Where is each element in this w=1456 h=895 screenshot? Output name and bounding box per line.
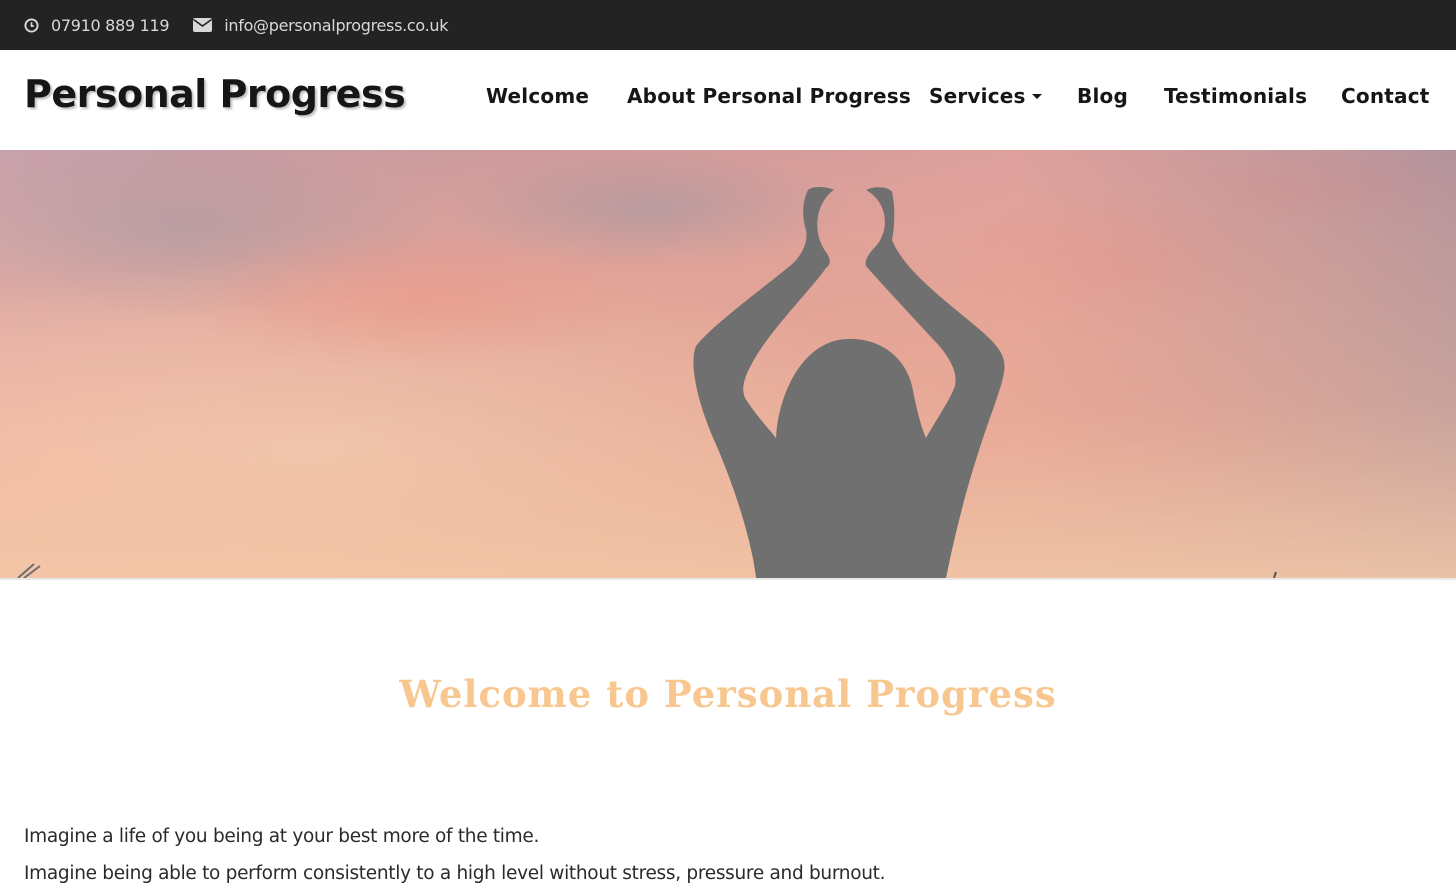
hero-banner bbox=[0, 150, 1456, 578]
email-contact[interactable]: info@personalprogress.co.uk bbox=[193, 16, 449, 35]
nav-services[interactable]: Services bbox=[929, 84, 1042, 108]
intro-paragraph-2: Imagine being able to perform consistent… bbox=[24, 863, 886, 884]
nav-testimonials[interactable]: Testimonials bbox=[1164, 84, 1307, 108]
contact-bar: 07910 889 119 info@personalprogress.co.u… bbox=[0, 0, 1456, 50]
intro-paragraph-1: Imagine a life of you being at your best… bbox=[24, 826, 540, 847]
hero-divider bbox=[0, 578, 1456, 580]
clock-icon bbox=[24, 17, 39, 33]
nav-blog[interactable]: Blog bbox=[1077, 84, 1128, 108]
welcome-heading: Welcome to Personal Progress bbox=[399, 672, 1057, 716]
phone-contact[interactable]: 07910 889 119 bbox=[24, 16, 170, 35]
envelope-icon bbox=[193, 18, 213, 32]
caret-down-icon bbox=[1031, 93, 1042, 99]
nav-welcome[interactable]: Welcome bbox=[486, 84, 589, 108]
main-nav: Welcome About Personal Progress Services… bbox=[0, 84, 1456, 116]
nav-services-label: Services bbox=[929, 84, 1026, 108]
nav-contact[interactable]: Contact bbox=[1341, 84, 1430, 108]
nav-about[interactable]: About Personal Progress bbox=[627, 84, 911, 108]
phone-number[interactable]: 07910 889 119 bbox=[51, 16, 170, 35]
site-header: Personal Progress Welcome About Personal… bbox=[0, 50, 1456, 150]
hero-image bbox=[0, 150, 1456, 578]
email-address[interactable]: info@personalprogress.co.uk bbox=[224, 16, 448, 35]
